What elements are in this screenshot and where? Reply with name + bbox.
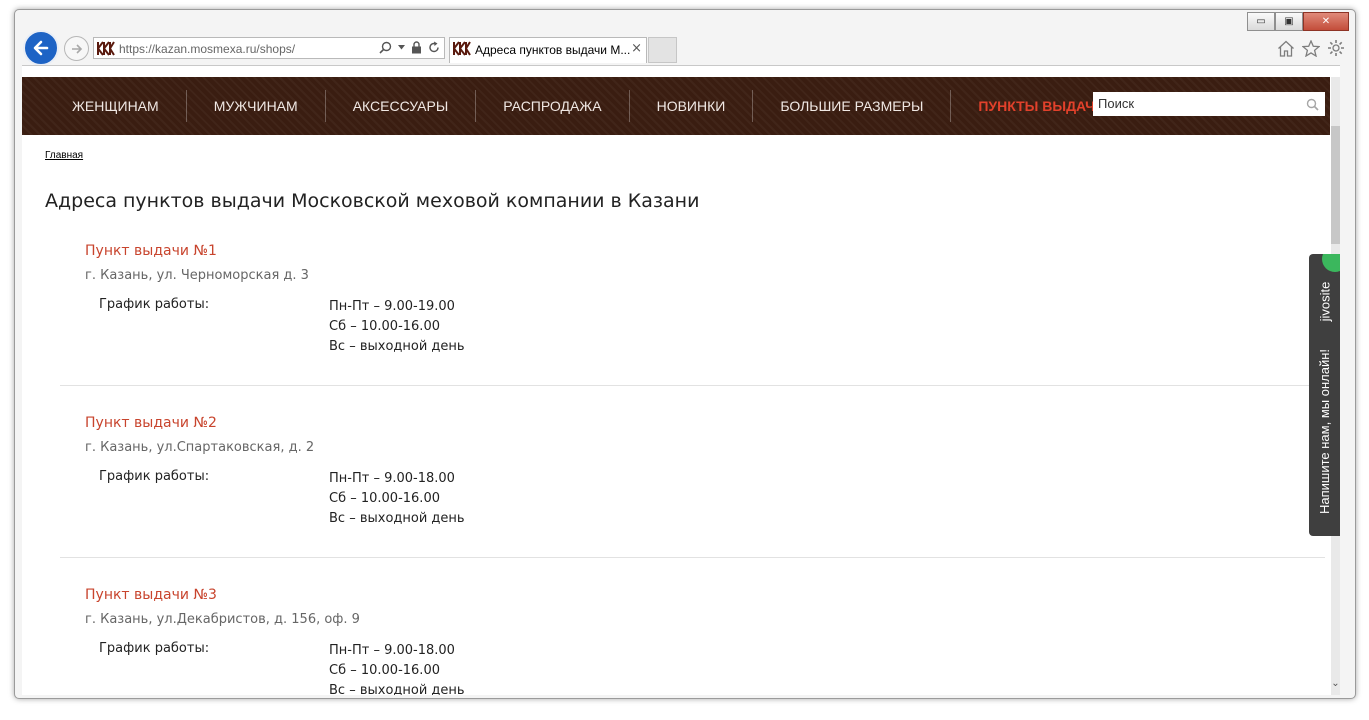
schedule-label: График работы: bbox=[99, 641, 210, 656]
tab-close-icon[interactable]: × bbox=[631, 41, 642, 56]
home-icon[interactable] bbox=[1277, 40, 1295, 57]
dropdown-icon[interactable] bbox=[398, 45, 405, 50]
browser-tab[interactable]: Адреса пунктов выдачи М... × bbox=[449, 37, 647, 63]
minimize-icon: ▭ bbox=[1256, 16, 1266, 27]
address-bar-icons bbox=[379, 41, 440, 54]
chat-widget-tab[interactable]: jivosite Напишите нам, мы онлайн! bbox=[1309, 254, 1340, 536]
minimize-button[interactable]: ▭ bbox=[1247, 12, 1275, 31]
schedule-label: График работы: bbox=[99, 297, 210, 312]
schedule-lines: Пн-Пт – 9.00-19.00 Сб – 10.00-16.00 Вс –… bbox=[329, 297, 465, 357]
shop-card: Пункт выдачи №1 г. Казань, ул. Черноморс… bbox=[85, 243, 1325, 354]
nav-item-women[interactable]: ЖЕНЩИНАМ bbox=[45, 90, 187, 122]
back-button[interactable] bbox=[23, 30, 59, 66]
chat-brand: jivosite bbox=[1309, 274, 1340, 328]
maximize-button[interactable]: ▣ bbox=[1275, 12, 1303, 31]
nav-item-new[interactable]: НОВИНКИ bbox=[630, 90, 754, 122]
shop-title: Пункт выдачи №1 bbox=[85, 243, 217, 259]
schedule-lines: Пн-Пт – 9.00-18.00 Сб – 10.00-16.00 Вс –… bbox=[329, 469, 465, 529]
schedule-line: Вс – выходной день bbox=[329, 683, 465, 695]
schedule-line: Сб – 10.00-16.00 bbox=[329, 491, 440, 506]
nav-item-sale[interactable]: РАСПРОДАЖА bbox=[476, 90, 630, 122]
favorites-star-icon[interactable] bbox=[1302, 39, 1320, 57]
chat-status-indicator bbox=[1322, 254, 1340, 272]
search-icon[interactable] bbox=[1306, 98, 1319, 111]
shop-address: г. Казань, ул. Черноморская д. 3 bbox=[85, 268, 309, 283]
url-text: https://kazan.mosmexa.ru/shops/ bbox=[119, 42, 296, 56]
tab-title: Адреса пунктов выдачи М... bbox=[475, 43, 631, 57]
shop-address: г. Казань, ул.Спартаковская, д. 2 bbox=[85, 440, 315, 455]
address-bar[interactable]: https://kazan.mosmexa.ru/shops/ bbox=[93, 37, 445, 59]
chat-brand-label: jivosite bbox=[1317, 281, 1332, 321]
close-window-button[interactable]: ✕ bbox=[1303, 12, 1349, 31]
schedule-lines: Пн-Пт – 9.00-18.00 Сб – 10.00-16.00 Вс –… bbox=[329, 641, 465, 695]
nav-item-men[interactable]: МУЖЧИНАМ bbox=[187, 90, 326, 122]
window-controls: ▭ ▣ ✕ bbox=[1247, 12, 1349, 31]
schedule-label: График работы: bbox=[99, 469, 210, 484]
schedule-line: Пн-Пт – 9.00-18.00 bbox=[329, 471, 455, 486]
scrollbar-thumb[interactable] bbox=[1331, 126, 1340, 244]
forward-arrow-icon bbox=[71, 43, 82, 54]
site-favicon-icon bbox=[97, 41, 115, 56]
new-tab-button[interactable] bbox=[648, 37, 677, 63]
nav-item-accessories[interactable]: АКСЕССУАРЫ bbox=[326, 90, 477, 122]
refresh-icon[interactable] bbox=[428, 41, 440, 54]
maximize-icon: ▣ bbox=[1284, 16, 1294, 27]
schedule-line: Сб – 10.00-16.00 bbox=[329, 663, 440, 678]
schedule-line: Пн-Пт – 9.00-18.00 bbox=[329, 643, 455, 658]
site-search bbox=[1093, 92, 1325, 116]
back-arrow-icon bbox=[33, 40, 49, 56]
browser-window: ▭ ▣ ✕ https://kazan.mosmexa.ru/shops/ Ад… bbox=[14, 9, 1356, 699]
search-icon[interactable] bbox=[379, 41, 392, 54]
schedule-line: Вс – выходной день bbox=[329, 339, 465, 354]
shop-divider bbox=[60, 557, 1325, 558]
site-navbar: ЖЕНЩИНАМ МУЖЧИНАМ АКСЕССУАРЫ РАСПРОДАЖА … bbox=[22, 77, 1330, 135]
shop-card: Пункт выдачи №2 г. Казань, ул.Спартаковс… bbox=[85, 415, 1325, 526]
settings-gear-icon[interactable] bbox=[1327, 39, 1345, 57]
shop-title: Пункт выдачи №2 bbox=[85, 415, 217, 431]
schedule-line: Вс – выходной день bbox=[329, 511, 465, 526]
page-content: ЖЕНЩИНАМ МУЖЧИНАМ АКСЕССУАРЫ РАСПРОДАЖА … bbox=[22, 65, 1340, 695]
tab-favicon-icon bbox=[453, 41, 471, 56]
schedule-line: Пн-Пт – 9.00-19.00 bbox=[329, 299, 455, 314]
shop-title: Пункт выдачи №3 bbox=[85, 587, 217, 603]
chat-text: Напишите нам, мы онлайн! bbox=[1309, 336, 1340, 526]
search-input[interactable] bbox=[1098, 92, 1288, 114]
shop-divider bbox=[60, 385, 1325, 386]
shop-address: г. Казань, ул.Декабристов, д. 156, оф. 9 bbox=[85, 612, 360, 627]
scroll-down-icon[interactable]: ⌄ bbox=[1331, 678, 1340, 690]
close-icon: ✕ bbox=[1321, 16, 1331, 27]
chat-text-label: Напишите нам, мы онлайн! bbox=[1317, 348, 1333, 514]
lock-icon[interactable] bbox=[411, 41, 422, 54]
forward-button[interactable] bbox=[64, 36, 89, 61]
toolbar-right-icons bbox=[1277, 39, 1345, 57]
nav-item-big-sizes[interactable]: БОЛЬШИЕ РАЗМЕРЫ bbox=[753, 90, 952, 122]
schedule-line: Сб – 10.00-16.00 bbox=[329, 319, 440, 334]
breadcrumb-home[interactable]: Главная bbox=[45, 150, 83, 161]
page-title: Адреса пунктов выдачи Московской меховой… bbox=[45, 190, 700, 212]
main-menu: ЖЕНЩИНАМ МУЖЧИНАМ АКСЕССУАРЫ РАСПРОДАЖА … bbox=[45, 77, 1132, 135]
shop-card: Пункт выдачи №3 г. Казань, ул.Декабристо… bbox=[85, 587, 1325, 695]
